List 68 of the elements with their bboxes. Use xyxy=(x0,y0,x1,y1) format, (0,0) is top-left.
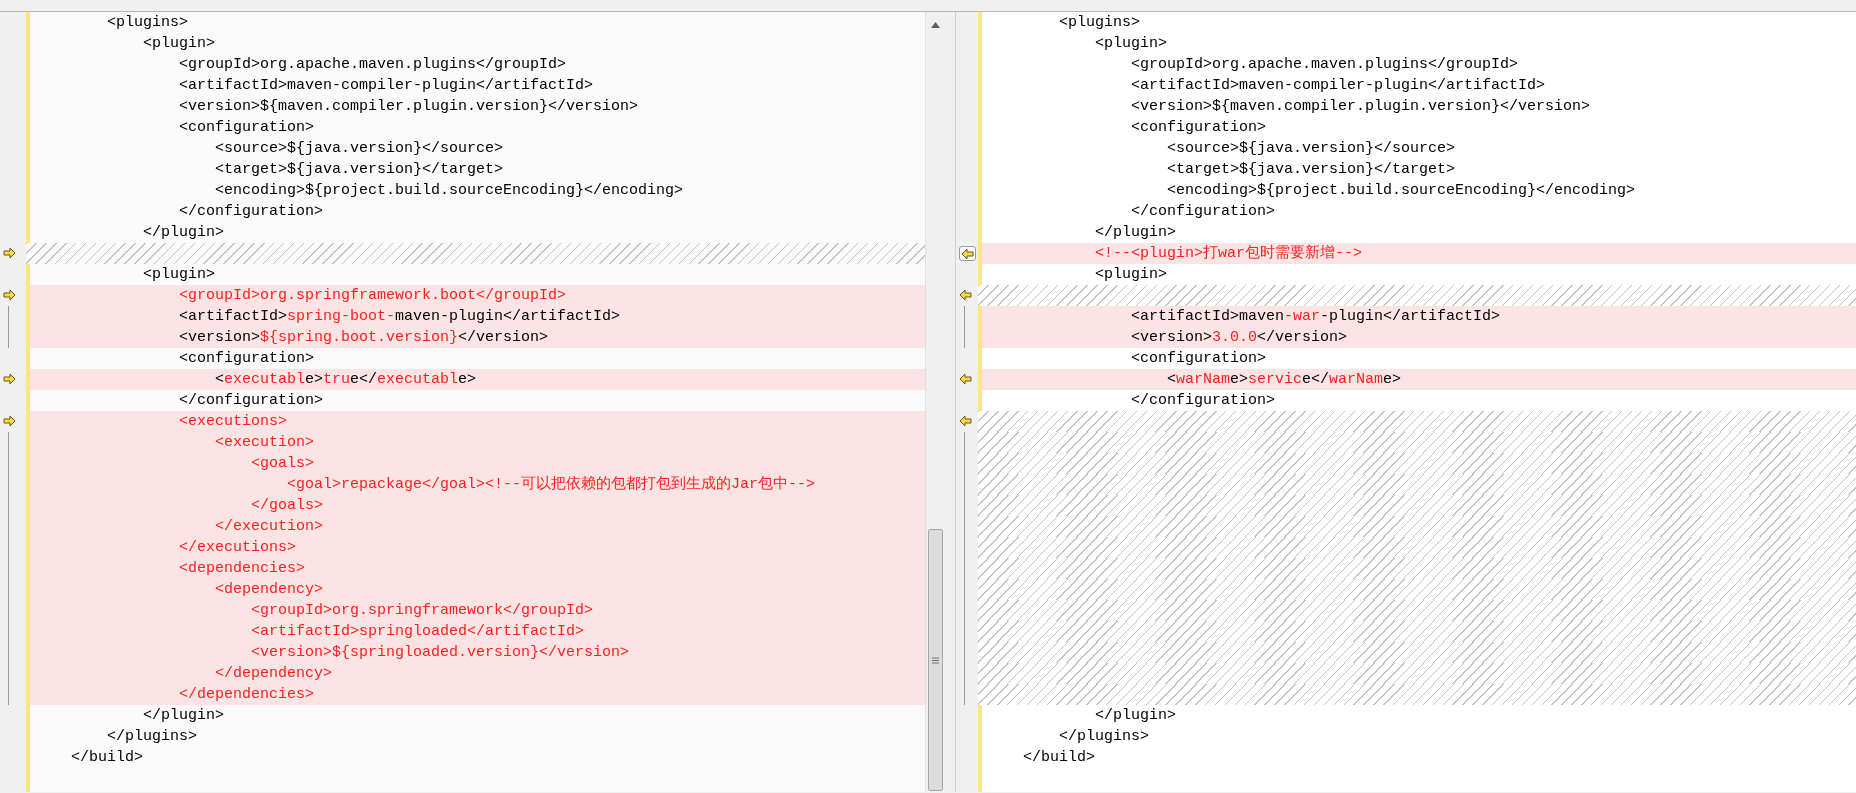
code-line: </build> xyxy=(70,748,144,768)
code-line: <artifactId>maven-war-plugin</artifactId> xyxy=(1130,307,1501,327)
scroll-up-arrow-icon[interactable] xyxy=(931,22,940,28)
code-line: <version>${springloaded.version}</version> xyxy=(250,643,630,663)
code-line: <artifactId>maven-compiler-plugin</artifactId> xyxy=(178,76,594,96)
code-line: <target>${java.version}</target> xyxy=(1166,160,1456,180)
code-line: </execution> xyxy=(214,517,324,537)
code-line: <groupId>org.apache.maven.plugins</groupId> xyxy=(178,55,567,75)
code-line: <version>3.0.0</version> xyxy=(1130,328,1348,348)
code-line: <!--<plugin>打war包时需要新增--> xyxy=(1094,243,1363,264)
code-line: </plugin> xyxy=(142,223,225,243)
code-line: <plugin> xyxy=(1094,265,1168,285)
code-line: <configuration> xyxy=(1130,118,1267,138)
code-line: </configuration> xyxy=(1130,202,1276,222)
arrow-icon[interactable] xyxy=(959,246,976,261)
code-line: <encoding>${project.build.sourceEncoding}</encoding> xyxy=(1166,181,1636,201)
code-line: <configuration> xyxy=(178,118,315,138)
code-line: <plugin> xyxy=(1094,34,1168,54)
arrow-icon[interactable] xyxy=(959,373,972,385)
code-line: <source>${java.version}</source> xyxy=(214,139,504,159)
code-line: </dependency> xyxy=(214,664,333,684)
code-line: </plugin> xyxy=(1094,223,1177,243)
code-line: <groupId>org.springframework.boot</groupId> xyxy=(178,286,567,306)
code-line: <artifactId>spring-boot-maven-plugin</artifactId> xyxy=(178,307,621,327)
code-line: </plugin> xyxy=(142,706,225,726)
code-line: <artifactId>maven-compiler-plugin</artifactId> xyxy=(1130,76,1546,96)
code-line: </executions> xyxy=(178,538,297,558)
arrow-icon[interactable] xyxy=(959,415,972,427)
code-line: <encoding>${project.build.sourceEncoding}</encoding> xyxy=(214,181,684,201)
code-line: </dependencies> xyxy=(178,685,315,705)
arrow-icon[interactable] xyxy=(3,373,16,385)
code-line: </configuration> xyxy=(1130,391,1276,411)
arrow-icon[interactable] xyxy=(3,247,16,259)
code-line: <version>${maven.compiler.plugin.version}</version> xyxy=(178,97,639,117)
code-line: <groupId>org.springframework</groupId> xyxy=(250,601,594,621)
code-line: <groupId>org.apache.maven.plugins</groupId> xyxy=(1130,55,1519,75)
code-line: </configuration> xyxy=(178,202,324,222)
code-line: </plugins> xyxy=(106,727,198,747)
code-line: </plugin> xyxy=(1094,706,1177,726)
code-line: <plugin> xyxy=(142,265,216,285)
code-line: <version>${spring.boot.version}</version> xyxy=(178,328,549,348)
code-line: <plugins> xyxy=(1058,13,1141,33)
code-line: <version>${maven.compiler.plugin.version}</version> xyxy=(1130,97,1591,117)
code-line: <execution> xyxy=(214,433,315,453)
code-line: <source>${java.version}</source> xyxy=(1166,139,1456,159)
code-line: </build> xyxy=(1022,748,1096,768)
code-line: <configuration> xyxy=(1130,349,1267,369)
code-line: <target>${java.version}</target> xyxy=(214,160,504,180)
code-line: <goal>repackage</goal><!--可以把依赖的包都打包到生成的Jar包中--> xyxy=(286,474,816,495)
code-line: </goals> xyxy=(250,496,324,516)
arrow-icon[interactable] xyxy=(3,415,16,427)
code-line: </configuration> xyxy=(178,391,324,411)
code-line: <artifactId>springloaded</artifactId> xyxy=(250,622,585,642)
code-line: </plugins> xyxy=(1058,727,1150,747)
scrollbar[interactable] xyxy=(925,12,945,792)
arrow-icon[interactable] xyxy=(3,289,16,301)
code-line: <dependencies> xyxy=(178,559,306,579)
scroll-thumb[interactable] xyxy=(928,529,943,791)
code-line: <dependency> xyxy=(214,580,324,600)
code-line: <executable>true</executable> xyxy=(214,370,477,390)
grip-icon xyxy=(932,656,939,664)
code-line: <configuration> xyxy=(178,349,315,369)
code-line: <goals> xyxy=(250,454,315,474)
arrow-icon[interactable] xyxy=(959,289,972,301)
code-line: <warName>service</warName> xyxy=(1166,370,1402,390)
code-line: <plugin> xyxy=(142,34,216,54)
code-line: <executions> xyxy=(178,412,288,432)
code-line: <plugins> xyxy=(106,13,189,33)
